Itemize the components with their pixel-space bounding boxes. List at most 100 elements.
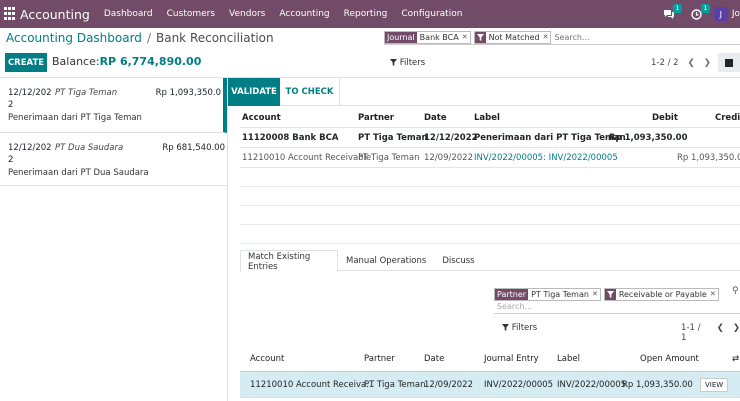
menu-vendors[interactable]: Vendors bbox=[229, 9, 265, 19]
facet-remove-icon[interactable]: ✕ bbox=[543, 33, 551, 41]
facet-value: Bank BCA bbox=[419, 32, 459, 42]
facet-remove-icon[interactable]: ✕ bbox=[462, 33, 470, 41]
header-account: Account bbox=[242, 113, 281, 123]
line-date: 12/12/202 bbox=[8, 143, 52, 153]
match-search-bar: Partner PT Tiga Teman ✕ Receivable or Pa… bbox=[494, 287, 740, 301]
chevron-left-icon[interactable]: ❮ bbox=[688, 58, 695, 68]
line-amount: Rp 681,540.00 bbox=[162, 143, 225, 153]
view-switch-icon[interactable] bbox=[718, 53, 740, 72]
activity-clock-icon[interactable]: 1 bbox=[686, 0, 710, 28]
breadcrumb-current: Bank Reconciliation bbox=[155, 31, 274, 45]
line-partner: PT Tiga Teman bbox=[55, 88, 118, 98]
divider bbox=[494, 313, 740, 314]
menu-reporting[interactable]: Reporting bbox=[344, 9, 388, 19]
match-filters-button[interactable]: Filters bbox=[502, 323, 537, 333]
match-search-input[interactable]: Search... bbox=[497, 302, 532, 311]
tab-manual-operations[interactable]: Manual Operations bbox=[338, 250, 434, 271]
navbar-systray: 1 1 J Jo bbox=[658, 0, 740, 28]
facet-value: Not Matched bbox=[488, 32, 540, 42]
line-label: Penerimaan dari PT Tiga Teman bbox=[8, 113, 142, 123]
header-debit: Debit bbox=[652, 113, 678, 123]
tab-discuss[interactable]: Discuss bbox=[434, 250, 482, 271]
cell-label: INV/2022/00005 bbox=[557, 380, 627, 390]
cell-journal-entry: INV/2022/00005 bbox=[484, 380, 554, 390]
view-button[interactable]: VIEW bbox=[700, 378, 729, 392]
table-header: Account Partner Date Journal Entry Label… bbox=[240, 346, 740, 372]
chevron-right-icon[interactable]: ❯ bbox=[704, 58, 711, 68]
cell-label: Penerimaan dari PT Tiga Teman bbox=[474, 133, 626, 143]
statement-lines-list: 12/12/202 PT Tiga Teman Rp 1,093,350.0 2… bbox=[0, 78, 228, 401]
user-avatar[interactable]: J bbox=[713, 7, 728, 21]
facet-remove-icon[interactable]: ✕ bbox=[592, 290, 600, 298]
search-facet-filter[interactable]: Not Matched ✕ bbox=[473, 30, 552, 44]
cell-credit: Rp 1,093,350.00 bbox=[677, 153, 740, 163]
cell-partner: PT Tiga Teman bbox=[358, 133, 428, 143]
pager: 1-2 / 2 ❮ ❯ bbox=[651, 58, 711, 68]
facet-label: Partner bbox=[495, 288, 529, 300]
apps-menu-icon[interactable] bbox=[4, 7, 18, 21]
chevron-right-icon[interactable]: ❯ bbox=[733, 323, 740, 343]
cell-debit: Rp 1,093,350.00 bbox=[609, 133, 688, 143]
header-credit: Credit bbox=[715, 113, 740, 123]
line-date-wrap: 2 bbox=[8, 100, 14, 110]
header-partner: Partner bbox=[364, 354, 395, 364]
match-pager: 1-1 / 1 ❮ ❯ bbox=[681, 323, 740, 343]
statement-line[interactable]: 12/12/202 PT Dua Saudara Rp 681,540.00 2… bbox=[0, 133, 227, 186]
table-row[interactable]: 11120008 Bank BCA PT Tiga Teman 12/12/20… bbox=[240, 128, 740, 148]
filters-label: Filters bbox=[511, 323, 538, 333]
cell-account: 11120008 Bank BCA bbox=[242, 133, 339, 143]
line-amount: Rp 1,093,350.0 bbox=[155, 88, 221, 98]
search-input[interactable] bbox=[554, 32, 675, 42]
header-journal-entry: Journal Entry bbox=[484, 354, 539, 364]
cell-account: 11210010 Account Receivable bbox=[242, 153, 372, 163]
header-open-amount: Open Amount bbox=[640, 354, 699, 364]
menu-configuration[interactable]: Configuration bbox=[401, 9, 462, 19]
balance-amount: RP 6,774,890.00 bbox=[99, 55, 202, 68]
facet-remove-icon[interactable]: ✕ bbox=[710, 290, 718, 298]
search-facet-partner[interactable]: Partner PT Tiga Teman ✕ bbox=[494, 287, 601, 301]
search-icon[interactable]: ⚲ bbox=[732, 286, 739, 296]
line-date-wrap: 2 bbox=[8, 155, 14, 165]
filter-funnel-icon bbox=[474, 31, 486, 43]
cell-label-link[interactable]: INV/2022/00005: INV/2022/00005 bbox=[474, 153, 618, 163]
search-facet-filter[interactable]: Receivable or Payable ✕ bbox=[603, 287, 719, 301]
chevron-left-icon[interactable]: ❮ bbox=[717, 323, 724, 343]
cell-date: 12/09/2022 bbox=[424, 153, 473, 163]
reconcile-tabs: VALIDATE TO CHECK bbox=[228, 78, 740, 106]
balance-label: Balance: bbox=[52, 55, 100, 68]
pager-value[interactable]: 1-1 / 1 bbox=[681, 323, 708, 343]
breadcrumb: Accounting Dashboard / Bank Reconciliati… bbox=[6, 31, 274, 45]
app-brand[interactable]: Accounting bbox=[20, 7, 90, 22]
activity-badge: 1 bbox=[700, 4, 710, 13]
search-bar: Journal Bank BCA ✕ Not Matched ✕ bbox=[384, 30, 740, 45]
facet-value: Receivable or Payable bbox=[618, 289, 707, 299]
match-entries-table: Account Partner Date Journal Entry Label… bbox=[240, 346, 740, 398]
header-account: Account bbox=[250, 354, 285, 364]
line-date: 12/12/202 bbox=[8, 88, 52, 98]
filters-button[interactable]: Filters bbox=[390, 58, 425, 68]
menu-customers[interactable]: Customers bbox=[167, 9, 215, 19]
chat-icon[interactable]: 1 bbox=[658, 0, 682, 28]
to-check-button[interactable]: TO CHECK bbox=[280, 78, 340, 106]
empty-row bbox=[240, 206, 740, 225]
breadcrumb-accounting-dashboard[interactable]: Accounting Dashboard bbox=[6, 31, 142, 45]
pager-value[interactable]: 1-2 / 2 bbox=[651, 58, 679, 68]
breadcrumb-separator: / bbox=[146, 31, 151, 45]
validate-button[interactable]: VALIDATE bbox=[228, 78, 280, 106]
user-name[interactable]: Jo bbox=[732, 9, 740, 19]
cell-partner: PT Tiga Teman bbox=[358, 153, 420, 163]
tab-match-existing-entries[interactable]: Match Existing Entries bbox=[240, 250, 338, 272]
reconcile-lines-table: Account Partner Date Label Debit Credit … bbox=[240, 108, 740, 244]
menu-dashboard[interactable]: Dashboard bbox=[104, 9, 153, 19]
table-row[interactable]: 11210010 Account Receivable PT Tiga Tema… bbox=[240, 148, 740, 168]
facet-value: PT Tiga Teman bbox=[531, 289, 589, 299]
empty-row bbox=[240, 225, 740, 244]
statement-line[interactable]: 12/12/202 PT Tiga Teman Rp 1,093,350.0 2… bbox=[0, 78, 227, 133]
create-button[interactable]: CREATE bbox=[5, 53, 47, 72]
menu-accounting[interactable]: Accounting bbox=[279, 9, 329, 19]
table-row[interactable]: 11210010 Account Receiva... PT Tiga Tema… bbox=[240, 372, 740, 398]
header-label: Label bbox=[474, 113, 500, 123]
swap-arrows-icon[interactable]: ⇄ bbox=[732, 354, 739, 364]
filter-funnel-icon bbox=[390, 59, 397, 66]
search-facet-journal[interactable]: Journal Bank BCA ✕ bbox=[384, 30, 471, 44]
